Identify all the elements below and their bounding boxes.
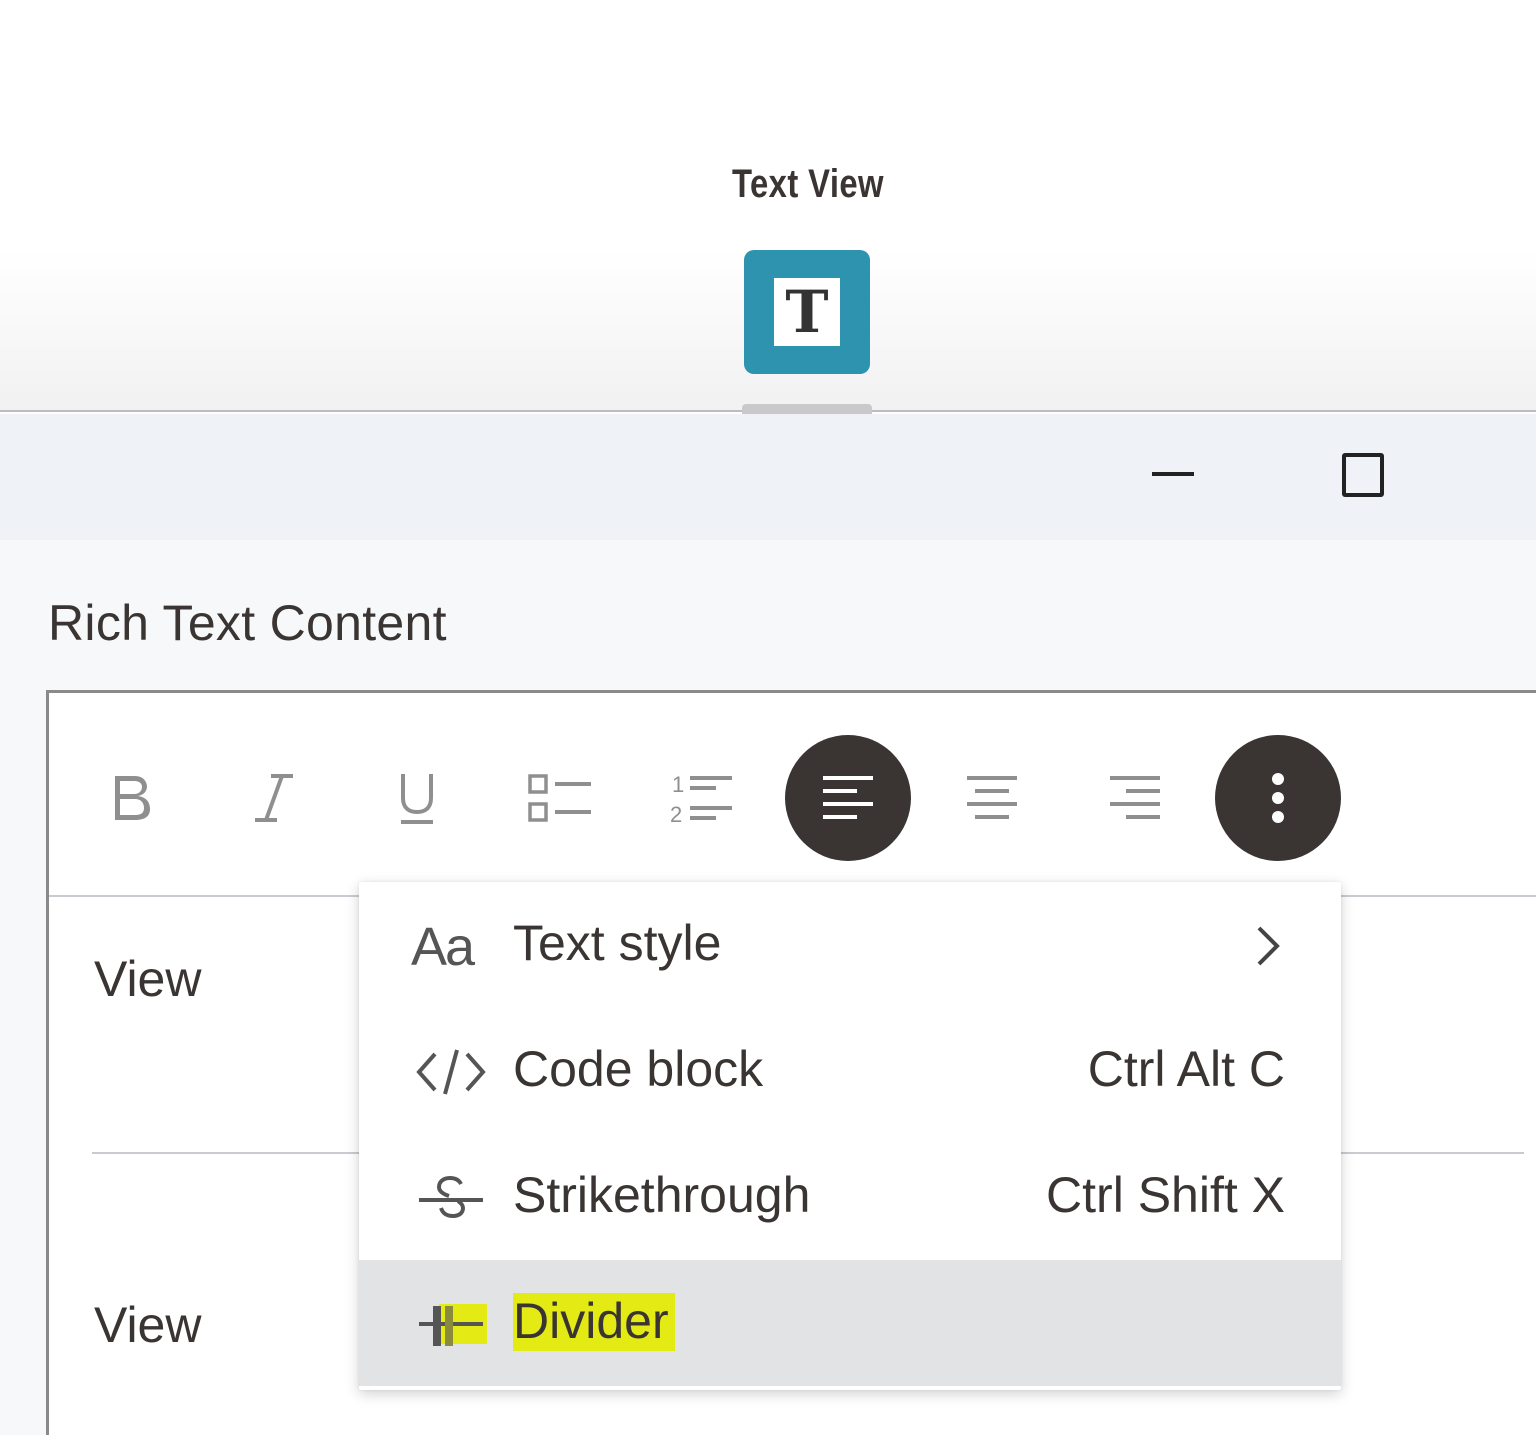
- widget-drag-handle[interactable]: [742, 404, 872, 414]
- bold-button[interactable]: [69, 735, 195, 861]
- menu-item-label: Divider: [513, 1292, 675, 1351]
- field-label: Rich Text Content: [48, 595, 447, 651]
- editor-toolbar: 1 2: [49, 693, 1536, 897]
- menu-item-shortcut: Ctrl Alt C: [1087, 1041, 1285, 1097]
- align-right-icon: [1110, 776, 1160, 819]
- menu-item-strikethrough[interactable]: Strikethrough Ctrl Shift X: [359, 1134, 1341, 1260]
- menu-item-divider[interactable]: Divider: [359, 1260, 1341, 1386]
- bulleted-list-button[interactable]: [497, 735, 623, 861]
- more-options-menu: Aa Text style Code block Ctrl Alt C Stri…: [359, 882, 1341, 1390]
- search-highlight: Divider: [513, 1293, 675, 1351]
- editor-row-text[interactable]: View: [94, 950, 201, 1008]
- align-center-button[interactable]: [929, 735, 1055, 861]
- numbered-list-button[interactable]: 1 2: [639, 735, 765, 861]
- bold-icon: [115, 776, 150, 820]
- chevron-right-icon: [1257, 926, 1280, 966]
- text-style-icon: Aa: [411, 917, 475, 977]
- code-block-icon: [416, 1049, 486, 1095]
- svg-text:2: 2: [670, 802, 682, 826]
- divider-icon: [419, 1304, 487, 1346]
- align-right-button[interactable]: [1072, 735, 1198, 861]
- widget-title: Text View: [732, 162, 884, 206]
- minimize-icon[interactable]: [1150, 450, 1196, 496]
- svg-text:1: 1: [672, 772, 684, 797]
- bulleted-list-icon: [528, 774, 591, 822]
- window-title-bar: [0, 414, 1536, 540]
- align-center-icon: [967, 776, 1017, 819]
- widget-icon-letter: T: [774, 278, 840, 346]
- underline-icon: [401, 774, 433, 824]
- italic-icon: [255, 774, 293, 822]
- menu-item-label: Code block: [513, 1041, 764, 1097]
- text-t-icon[interactable]: T: [744, 250, 870, 374]
- maximize-icon[interactable]: [1338, 450, 1386, 497]
- menu-item-text-style[interactable]: Aa Text style: [359, 882, 1341, 1008]
- underline-button[interactable]: [354, 735, 480, 861]
- editor-row-text[interactable]: View: [94, 1296, 201, 1354]
- strikethrough-icon: [419, 1175, 483, 1219]
- italic-button[interactable]: [211, 735, 337, 861]
- menu-item-label: Text style: [513, 915, 722, 971]
- app-stage: Text View T Rich Text Content 1 2 View V…: [0, 0, 1536, 1435]
- align-left-button[interactable]: [785, 735, 911, 861]
- more-button[interactable]: [1215, 735, 1341, 861]
- menu-item-shortcut: Ctrl Shift X: [1046, 1167, 1285, 1223]
- menu-item-label: Strikethrough: [513, 1167, 811, 1223]
- menu-item-code-block[interactable]: Code block Ctrl Alt C: [359, 1008, 1341, 1134]
- align-left-icon: [823, 776, 873, 819]
- numbered-list-icon: 1 2: [670, 772, 732, 826]
- more-vertical-icon: [1272, 773, 1284, 823]
